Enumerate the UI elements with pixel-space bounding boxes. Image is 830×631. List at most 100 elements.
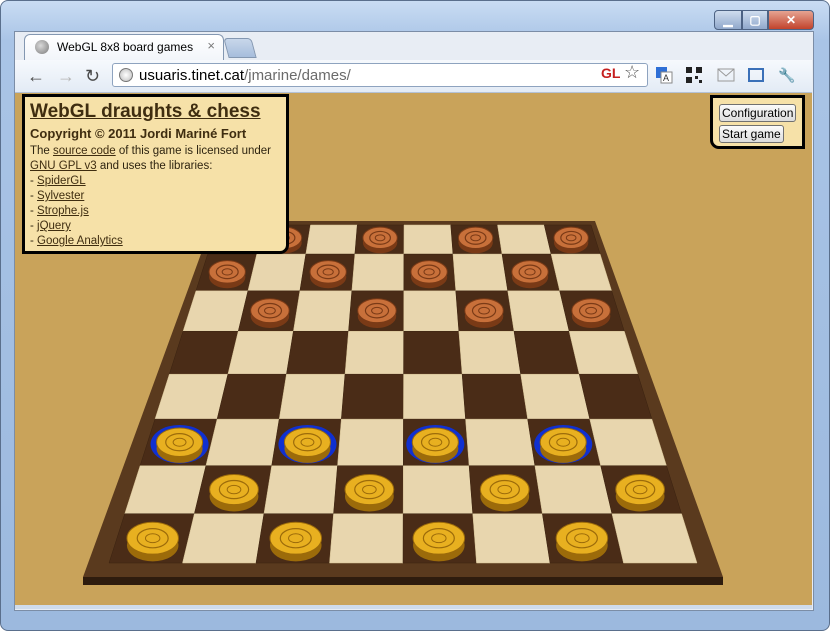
copper-piece[interactable]	[571, 298, 611, 324]
controls-panel: Configuration Start game	[710, 95, 805, 149]
license-text-part1: The	[30, 145, 54, 157]
light-square[interactable]	[497, 224, 552, 255]
gnu-gpl-link[interactable]: GNU GPL v3	[30, 160, 97, 172]
gold-piece[interactable]	[412, 521, 466, 555]
window-controls: ▁ ▢ ✕	[714, 10, 814, 30]
copper-piece[interactable]	[553, 226, 589, 249]
dark-square[interactable]	[286, 330, 349, 375]
light-square[interactable]	[337, 418, 404, 466]
copper-piece[interactable]	[250, 298, 290, 324]
copyright-text: Copyright © 2011 Jordi Mariné Fort	[30, 126, 247, 141]
light-square[interactable]	[344, 330, 404, 375]
gold-piece[interactable]	[344, 473, 395, 506]
dark-square[interactable]	[513, 330, 580, 375]
light-square[interactable]	[278, 373, 346, 420]
light-square[interactable]	[263, 465, 338, 514]
dark-square[interactable]	[461, 373, 528, 420]
address-bar[interactable]: usuaris.tinet.cat/jmarine/dames/	[112, 63, 648, 87]
back-arrow-icon[interactable]: ←	[27, 66, 45, 86]
gold-piece[interactable]	[283, 427, 331, 457]
webgl-badge[interactable]: GL	[601, 65, 620, 81]
reload-icon[interactable]: ↻	[85, 66, 100, 86]
light-square[interactable]	[458, 330, 521, 375]
globe-icon	[35, 40, 49, 54]
light-square[interactable]	[227, 330, 294, 375]
minimize-icon[interactable]: ▁	[714, 10, 742, 30]
copper-piece[interactable]	[357, 298, 397, 324]
url-host: usuaris.tinet.cat	[139, 67, 245, 84]
light-square[interactable]	[452, 253, 509, 292]
license-text-part2: of this game is licensed under	[115, 145, 272, 157]
light-square[interactable]	[403, 290, 460, 332]
gold-piece[interactable]	[126, 521, 179, 555]
start-game-button[interactable]: Start game	[719, 125, 784, 143]
gold-piece[interactable]	[615, 473, 665, 506]
copper-piece[interactable]	[457, 226, 494, 249]
light-square[interactable]	[472, 513, 551, 564]
board-frame-edge	[83, 577, 723, 585]
dark-square[interactable]	[216, 373, 287, 420]
light-square[interactable]	[305, 224, 358, 255]
light-square[interactable]	[182, 513, 265, 564]
title-link[interactable]: WebGL draughts & chess	[30, 101, 261, 122]
translate-icon[interactable]: A	[654, 65, 674, 85]
light-square[interactable]	[520, 373, 591, 420]
light-square[interactable]	[402, 465, 474, 514]
dark-square[interactable]	[403, 330, 463, 375]
qr-code-icon[interactable]	[684, 65, 704, 85]
maximize-icon[interactable]: ▢	[742, 10, 768, 30]
list-item: - Sylvester	[30, 190, 85, 202]
gold-piece[interactable]	[555, 521, 609, 555]
light-square[interactable]	[329, 513, 404, 564]
wrench-icon[interactable]: 🔧	[777, 65, 797, 85]
copper-piece[interactable]	[410, 260, 448, 284]
url-text: usuaris.tinet.cat/jmarine/dames/	[139, 67, 351, 84]
close-icon[interactable]: ✕	[768, 10, 814, 30]
library-link-google-analytics[interactable]: Google Analytics	[37, 235, 123, 247]
library-link-jquery[interactable]: jQuery	[37, 220, 71, 232]
library-link-spidergl[interactable]: SpiderGL	[37, 175, 86, 187]
gold-piece[interactable]	[209, 473, 259, 506]
gold-piece[interactable]	[479, 473, 530, 506]
tab-close-icon[interactable]: ×	[207, 38, 215, 53]
copper-piece[interactable]	[208, 260, 246, 284]
gold-piece[interactable]	[411, 427, 459, 457]
light-square[interactable]	[403, 373, 466, 420]
source-code-link[interactable]: source code	[53, 145, 116, 157]
list-item: - Strophe.js	[30, 205, 89, 217]
light-square[interactable]	[465, 418, 536, 466]
info-panel: WebGL draughts & chess Copyright © 2011 …	[22, 94, 289, 254]
dark-square[interactable]	[341, 373, 404, 420]
light-square[interactable]	[205, 418, 280, 466]
gold-piece[interactable]	[156, 427, 204, 457]
gold-piece[interactable]	[269, 521, 323, 555]
copper-piece[interactable]	[511, 260, 549, 284]
library-link-sylvester[interactable]: Sylvester	[37, 190, 84, 202]
license-text-part3: and uses the libraries:	[96, 160, 213, 172]
light-square[interactable]	[403, 224, 454, 255]
library-link-strophe[interactable]: Strophe.js	[37, 205, 89, 217]
configuration-button[interactable]: Configuration	[719, 104, 797, 122]
new-tab-button[interactable]	[223, 38, 257, 58]
forward-arrow-icon[interactable]: →	[57, 66, 75, 86]
light-square[interactable]	[534, 465, 613, 514]
tab-title: WebGL 8x8 board games	[57, 40, 194, 54]
fullscreen-icon[interactable]	[746, 65, 766, 85]
light-square[interactable]	[247, 253, 307, 292]
light-square[interactable]	[293, 290, 353, 332]
game-canvas-area[interactable]: WebGL draughts & chess Copyright © 2011 …	[15, 93, 812, 605]
copper-piece[interactable]	[464, 298, 504, 324]
copper-piece[interactable]	[309, 260, 347, 284]
license-text: The source code of this game is licensed…	[30, 144, 281, 174]
tab-webgl-board-games[interactable]: WebGL 8x8 board games ×	[24, 34, 224, 60]
light-square[interactable]	[507, 290, 570, 332]
mail-icon[interactable]	[716, 65, 736, 85]
page-globe-icon	[119, 68, 133, 82]
bookmark-star-icon[interactable]: ☆	[624, 62, 640, 83]
gold-piece[interactable]	[539, 427, 587, 457]
copper-piece[interactable]	[362, 226, 398, 249]
libraries-list: - SpiderGL - Sylvester - Strophe.js - jQ…	[30, 174, 281, 249]
list-item: - Google Analytics	[30, 235, 123, 247]
light-square[interactable]	[351, 253, 405, 292]
svg-text:A: A	[663, 73, 669, 83]
